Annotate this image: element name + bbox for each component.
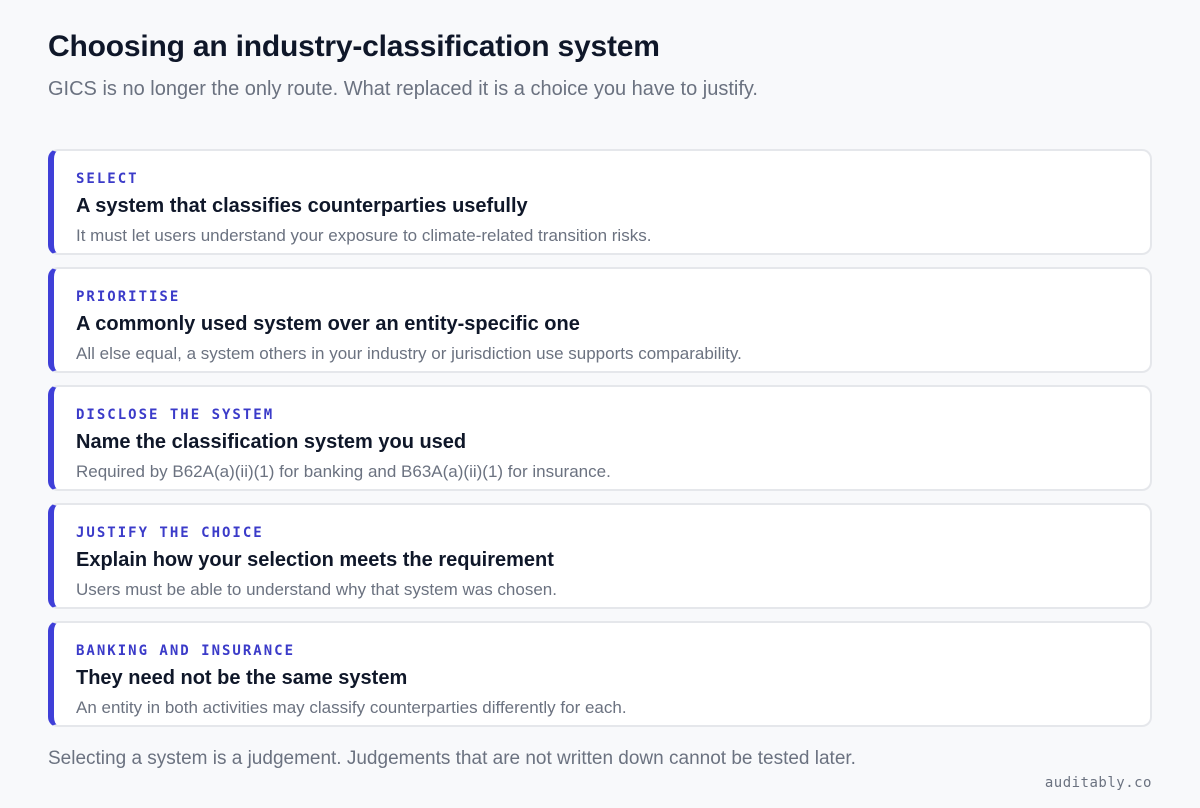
card-heading: They need not be the same system [76, 667, 408, 689]
card-heading: A system that classifies counterparties … [76, 195, 528, 217]
card-tag: SELECT [76, 171, 139, 187]
card-heading: A commonly used system over an entity-sp… [76, 313, 580, 335]
card-heading: Explain how your selection meets the req… [76, 549, 554, 571]
card-body: All else equal, a system others in your … [76, 344, 742, 363]
card-body: Required by B62A(a)(ii)(1) for banking a… [76, 462, 611, 481]
card-heading: Name the classification system you used [76, 431, 467, 453]
card-body: Users must be able to understand why tha… [76, 580, 557, 599]
brand-mark: auditably.co [1044, 775, 1152, 791]
card-banking-and-insurance: BANKING AND INSURANCE They need not be t… [48, 621, 1152, 727]
card-tag: JUSTIFY THE CHOICE [76, 525, 264, 541]
footer-note: Selecting a system is a judgement. Judge… [48, 748, 856, 769]
card-tag: PRIORITISE [76, 289, 181, 305]
card-tag: BANKING AND INSURANCE [76, 643, 296, 659]
page-title: Choosing an industry-classification syst… [48, 30, 660, 63]
page-subtitle: GICS is no longer the only route. What r… [48, 78, 758, 100]
card-select: SELECT A system that classifies counterp… [48, 149, 1152, 255]
card-tag: DISCLOSE THE SYSTEM [76, 407, 275, 423]
card-list: SELECT A system that classifies counterp… [48, 149, 1152, 739]
card-body: An entity in both activities may classif… [76, 698, 627, 717]
card-justify-the-choice: JUSTIFY THE CHOICE Explain how your sele… [48, 503, 1152, 609]
card-disclose-the-system: DISCLOSE THE SYSTEM Name the classificat… [48, 385, 1152, 491]
card-body: It must let users understand your exposu… [76, 226, 652, 245]
card-prioritise: PRIORITISE A commonly used system over a… [48, 267, 1152, 373]
